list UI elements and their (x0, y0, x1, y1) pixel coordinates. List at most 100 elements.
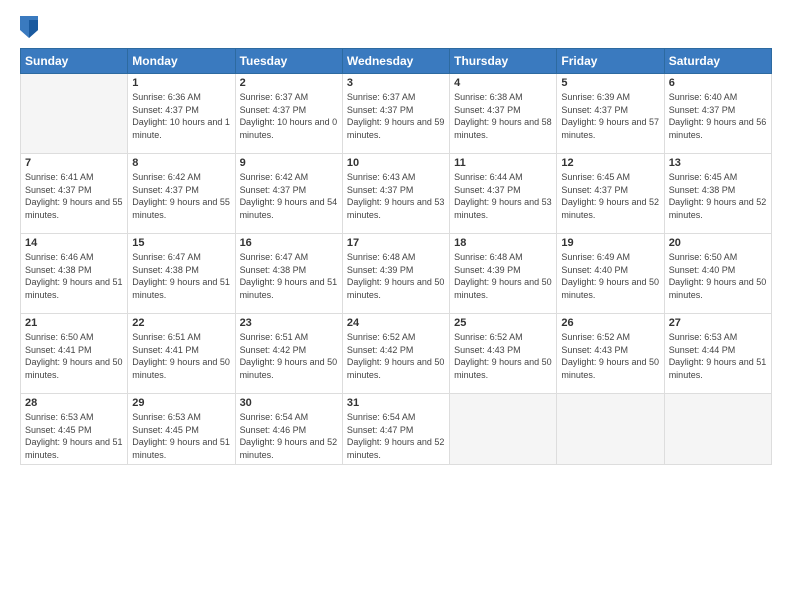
day-info: Sunrise: 6:47 AMSunset: 4:38 PMDaylight:… (240, 251, 338, 301)
day-number: 12 (561, 157, 659, 169)
weekday-tuesday: Tuesday (235, 49, 342, 74)
day-info: Sunrise: 6:42 AMSunset: 4:37 PMDaylight:… (132, 171, 230, 221)
day-info: Sunrise: 6:45 AMSunset: 4:38 PMDaylight:… (669, 171, 767, 221)
day-number: 5 (561, 77, 659, 89)
day-info: Sunrise: 6:43 AMSunset: 4:37 PMDaylight:… (347, 171, 445, 221)
day-cell-7: 7 Sunrise: 6:41 AMSunset: 4:37 PMDaylight… (21, 154, 128, 234)
weekday-thursday: Thursday (450, 49, 557, 74)
empty-cell (450, 394, 557, 465)
day-info: Sunrise: 6:50 AMSunset: 4:41 PMDaylight:… (25, 331, 123, 381)
logo (20, 16, 42, 38)
weekday-friday: Friday (557, 49, 664, 74)
day-number: 13 (669, 157, 767, 169)
week-row-5: 28 Sunrise: 6:53 AMSunset: 4:45 PMDayligh… (21, 394, 772, 465)
empty-cell (21, 74, 128, 154)
header (20, 16, 772, 38)
day-cell-31: 31 Sunrise: 6:54 AMSunset: 4:47 PMDayligh… (342, 394, 449, 465)
day-info: Sunrise: 6:50 AMSunset: 4:40 PMDaylight:… (669, 251, 767, 301)
day-cell-20: 20 Sunrise: 6:50 AMSunset: 4:40 PMDayligh… (664, 234, 771, 314)
weekday-monday: Monday (128, 49, 235, 74)
logo-icon (20, 16, 38, 38)
day-cell-26: 26Sunrise: 6:52 AMSunset: 4:43 PMDayligh… (557, 314, 664, 394)
day-cell-1: 1 Sunrise: 6:36 AMSunset: 4:37 PMDaylight… (128, 74, 235, 154)
day-info: Sunrise: 6:41 AMSunset: 4:37 PMDaylight:… (25, 171, 123, 221)
day-info: Sunrise: 6:53 AMSunset: 4:45 PMDaylight:… (25, 411, 123, 461)
day-cell-17: 17 Sunrise: 6:48 AMSunset: 4:39 PMDayligh… (342, 234, 449, 314)
day-info: Sunrise: 6:37 AMSunset: 4:37 PMDaylight:… (240, 91, 338, 141)
day-cell-8: 8Sunrise: 6:42 AMSunset: 4:37 PMDaylight… (128, 154, 235, 234)
day-number: 31 (347, 397, 445, 409)
day-number: 21 (25, 317, 123, 329)
page: SundayMondayTuesdayWednesdayThursdayFrid… (0, 0, 792, 612)
day-info: Sunrise: 6:36 AMSunset: 4:37 PMDaylight:… (132, 91, 230, 141)
day-cell-10: 10 Sunrise: 6:43 AMSunset: 4:37 PMDayligh… (342, 154, 449, 234)
day-number: 24 (347, 317, 445, 329)
day-number: 28 (25, 397, 123, 409)
day-info: Sunrise: 6:40 AMSunset: 4:37 PMDaylight:… (669, 91, 767, 141)
day-cell-13: 13 Sunrise: 6:45 AMSunset: 4:38 PMDayligh… (664, 154, 771, 234)
day-info: Sunrise: 6:52 AMSunset: 4:43 PMDaylight:… (454, 331, 552, 381)
day-number: 20 (669, 237, 767, 249)
day-info: Sunrise: 6:54 AMSunset: 4:47 PMDaylight:… (347, 411, 445, 461)
day-number: 23 (240, 317, 338, 329)
day-cell-18: 18 Sunrise: 6:48 AMSunset: 4:39 PMDayligh… (450, 234, 557, 314)
day-number: 10 (347, 157, 445, 169)
day-number: 16 (240, 237, 338, 249)
day-info: Sunrise: 6:47 AMSunset: 4:38 PMDaylight:… (132, 251, 230, 301)
day-cell-22: 22Sunrise: 6:51 AMSunset: 4:41 PMDayligh… (128, 314, 235, 394)
day-info: Sunrise: 6:51 AMSunset: 4:41 PMDaylight:… (132, 331, 230, 381)
day-cell-30: 30 Sunrise: 6:54 AMSunset: 4:46 PMDayligh… (235, 394, 342, 465)
day-info: Sunrise: 6:53 AMSunset: 4:44 PMDaylight:… (669, 331, 767, 381)
day-info: Sunrise: 6:48 AMSunset: 4:39 PMDaylight:… (454, 251, 552, 301)
week-row-2: 7 Sunrise: 6:41 AMSunset: 4:37 PMDaylight… (21, 154, 772, 234)
weekday-header-row: SundayMondayTuesdayWednesdayThursdayFrid… (21, 49, 772, 74)
day-info: Sunrise: 6:42 AMSunset: 4:37 PMDaylight:… (240, 171, 338, 221)
day-info: Sunrise: 6:52 AMSunset: 4:42 PMDaylight:… (347, 331, 445, 381)
weekday-wednesday: Wednesday (342, 49, 449, 74)
day-info: Sunrise: 6:53 AMSunset: 4:45 PMDaylight:… (132, 411, 230, 461)
day-number: 25 (454, 317, 552, 329)
day-cell-6: 6 Sunrise: 6:40 AMSunset: 4:37 PMDaylight… (664, 74, 771, 154)
day-info: Sunrise: 6:51 AMSunset: 4:42 PMDaylight:… (240, 331, 338, 381)
day-cell-14: 14 Sunrise: 6:46 AMSunset: 4:38 PMDayligh… (21, 234, 128, 314)
empty-cell (557, 394, 664, 465)
day-number: 14 (25, 237, 123, 249)
day-cell-28: 28 Sunrise: 6:53 AMSunset: 4:45 PMDayligh… (21, 394, 128, 465)
weekday-sunday: Sunday (21, 49, 128, 74)
day-cell-19: 19Sunrise: 6:49 AMSunset: 4:40 PMDayligh… (557, 234, 664, 314)
day-number: 4 (454, 77, 552, 89)
day-number: 1 (132, 77, 230, 89)
day-cell-29: 29 Sunrise: 6:53 AMSunset: 4:45 PMDayligh… (128, 394, 235, 465)
day-cell-25: 25 Sunrise: 6:52 AMSunset: 4:43 PMDayligh… (450, 314, 557, 394)
week-row-3: 14 Sunrise: 6:46 AMSunset: 4:38 PMDayligh… (21, 234, 772, 314)
week-row-1: 1 Sunrise: 6:36 AMSunset: 4:37 PMDaylight… (21, 74, 772, 154)
day-cell-2: 2 Sunrise: 6:37 AMSunset: 4:37 PMDaylight… (235, 74, 342, 154)
day-number: 30 (240, 397, 338, 409)
day-number: 6 (669, 77, 767, 89)
day-cell-11: 11 Sunrise: 6:44 AMSunset: 4:37 PMDayligh… (450, 154, 557, 234)
day-info: Sunrise: 6:48 AMSunset: 4:39 PMDaylight:… (347, 251, 445, 301)
day-number: 11 (454, 157, 552, 169)
day-info: Sunrise: 6:45 AMSunset: 4:37 PMDaylight:… (561, 171, 659, 221)
day-info: Sunrise: 6:49 AMSunset: 4:40 PMDaylight:… (561, 251, 659, 301)
day-cell-9: 9 Sunrise: 6:42 AMSunset: 4:37 PMDaylight… (235, 154, 342, 234)
week-row-4: 21 Sunrise: 6:50 AMSunset: 4:41 PMDayligh… (21, 314, 772, 394)
day-cell-23: 23 Sunrise: 6:51 AMSunset: 4:42 PMDayligh… (235, 314, 342, 394)
day-info: Sunrise: 6:54 AMSunset: 4:46 PMDaylight:… (240, 411, 338, 461)
day-info: Sunrise: 6:37 AMSunset: 4:37 PMDaylight:… (347, 91, 445, 141)
day-number: 9 (240, 157, 338, 169)
day-number: 17 (347, 237, 445, 249)
day-cell-15: 15Sunrise: 6:47 AMSunset: 4:38 PMDayligh… (128, 234, 235, 314)
calendar: SundayMondayTuesdayWednesdayThursdayFrid… (20, 48, 772, 465)
day-cell-5: 5 Sunrise: 6:39 AMSunset: 4:37 PMDaylight… (557, 74, 664, 154)
day-number: 7 (25, 157, 123, 169)
day-number: 18 (454, 237, 552, 249)
day-info: Sunrise: 6:52 AMSunset: 4:43 PMDaylight:… (561, 331, 659, 381)
day-info: Sunrise: 6:39 AMSunset: 4:37 PMDaylight:… (561, 91, 659, 141)
weekday-saturday: Saturday (664, 49, 771, 74)
day-info: Sunrise: 6:46 AMSunset: 4:38 PMDaylight:… (25, 251, 123, 301)
day-number: 29 (132, 397, 230, 409)
day-cell-12: 12 Sunrise: 6:45 AMSunset: 4:37 PMDayligh… (557, 154, 664, 234)
day-info: Sunrise: 6:44 AMSunset: 4:37 PMDaylight:… (454, 171, 552, 221)
day-number: 2 (240, 77, 338, 89)
